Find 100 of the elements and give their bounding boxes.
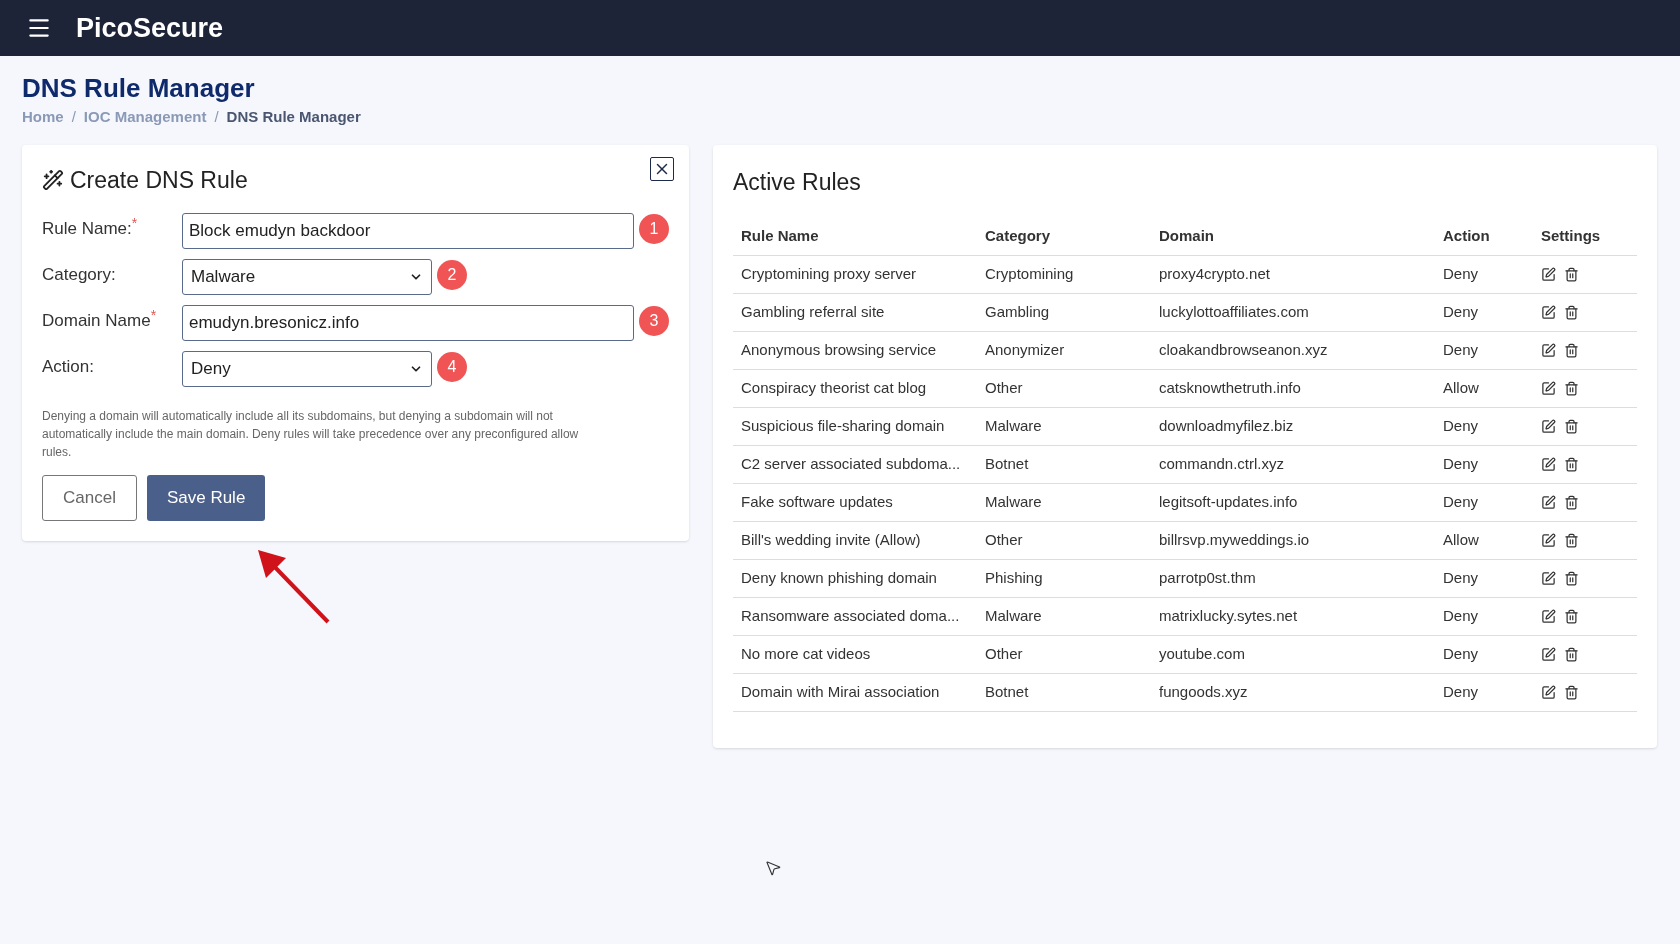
trash-icon[interactable] bbox=[1564, 608, 1579, 624]
trash-icon[interactable] bbox=[1564, 684, 1579, 700]
table-cell: Phishing bbox=[977, 559, 1151, 597]
table-cell: cloakandbrowseanon.xyz bbox=[1151, 331, 1435, 369]
table-cell: Deny bbox=[1435, 293, 1533, 331]
table-cell: luckylottoaffiliates.com bbox=[1151, 293, 1435, 331]
breadcrumb-separator: / bbox=[71, 107, 76, 127]
edit-icon[interactable] bbox=[1541, 494, 1556, 510]
brand-logo[interactable]: PicoSecure bbox=[76, 7, 224, 49]
table-cell: catsknowthetruth.info bbox=[1151, 369, 1435, 407]
table-cell: Malware bbox=[977, 407, 1151, 445]
table-cell: Malware bbox=[977, 483, 1151, 521]
cancel-button[interactable]: Cancel bbox=[42, 475, 137, 521]
trash-icon[interactable] bbox=[1564, 494, 1579, 510]
table-cell: proxy4crypto.net bbox=[1151, 255, 1435, 293]
field-label: Rule Name: bbox=[42, 219, 132, 240]
edit-icon[interactable] bbox=[1541, 266, 1556, 282]
table-cell: Deny bbox=[1435, 445, 1533, 483]
table-cell: commandn.ctrl.xyz bbox=[1151, 445, 1435, 483]
table-cell: legitsoft-updates.info bbox=[1151, 483, 1435, 521]
edit-icon[interactable] bbox=[1541, 532, 1556, 548]
edit-icon[interactable] bbox=[1541, 646, 1556, 662]
card-title: Active Rules bbox=[733, 167, 862, 197]
trash-icon[interactable] bbox=[1564, 532, 1579, 548]
column-header: Rule Name bbox=[733, 217, 977, 255]
field-label: Domain Name bbox=[42, 311, 151, 332]
field-label: Category: bbox=[42, 264, 116, 286]
table-cell: Other bbox=[977, 635, 1151, 673]
table-cell: Anonymizer bbox=[977, 331, 1151, 369]
table-cell: Deny bbox=[1435, 255, 1533, 293]
table-cell: C2 server associated subdoma... bbox=[733, 445, 977, 483]
table-cell: Fake software updates bbox=[733, 483, 977, 521]
trash-icon[interactable] bbox=[1564, 380, 1579, 396]
card-title: Create DNS Rule bbox=[70, 165, 248, 195]
edit-icon[interactable] bbox=[1541, 380, 1556, 396]
table-cell: Conspiracy theorist cat blog bbox=[733, 369, 977, 407]
select-field[interactable]: Malware bbox=[182, 259, 432, 295]
table-cell: matrixlucky.sytes.net bbox=[1151, 597, 1435, 635]
mouse-cursor-icon bbox=[764, 858, 782, 878]
trash-icon[interactable] bbox=[1564, 456, 1579, 472]
close-button[interactable] bbox=[650, 156, 674, 181]
table-cell: Botnet bbox=[977, 673, 1151, 711]
table-cell: Cryptomining proxy server bbox=[733, 255, 977, 293]
edit-icon[interactable] bbox=[1541, 418, 1556, 434]
save-button[interactable]: Save Rule bbox=[146, 475, 266, 521]
edit-icon[interactable] bbox=[1541, 608, 1556, 624]
trash-icon[interactable] bbox=[1564, 342, 1579, 358]
step-number-badge: 3 bbox=[639, 306, 669, 336]
table-cell: Ransomware associated doma... bbox=[733, 597, 977, 635]
table-cell: Deny bbox=[1435, 331, 1533, 369]
column-header: Settings bbox=[1533, 217, 1637, 255]
trash-icon[interactable] bbox=[1564, 418, 1579, 434]
table-cell: downloadmyfilez.biz bbox=[1151, 407, 1435, 445]
table-cell: Deny bbox=[1435, 559, 1533, 597]
table-cell: Other bbox=[977, 521, 1151, 559]
table-cell: Anonymous browsing service bbox=[733, 331, 977, 369]
edit-icon[interactable] bbox=[1541, 684, 1556, 700]
page-title: DNS Rule Manager bbox=[22, 72, 256, 104]
table-cell: Bill's wedding invite (Allow) bbox=[733, 521, 977, 559]
table-cell: Malware bbox=[977, 597, 1151, 635]
table-cell: Allow bbox=[1435, 521, 1533, 559]
breadcrumb-separator: / bbox=[214, 107, 219, 127]
required-asterisk: * bbox=[131, 216, 138, 230]
input-field[interactable]: Block emudyn backdoor bbox=[182, 213, 634, 249]
input-field[interactable]: emudyn.bresonicz.info bbox=[182, 305, 634, 341]
table-cell: Other bbox=[977, 369, 1151, 407]
table-cell: Deny known phishing domain bbox=[733, 559, 977, 597]
edit-icon[interactable] bbox=[1541, 456, 1556, 472]
trash-icon[interactable] bbox=[1564, 570, 1579, 586]
table-cell: Domain with Mirai association bbox=[733, 673, 977, 711]
table-cell: fungoods.xyz bbox=[1151, 673, 1435, 711]
select-field[interactable]: Deny bbox=[182, 351, 432, 387]
edit-icon[interactable] bbox=[1541, 342, 1556, 358]
column-header: Domain bbox=[1151, 217, 1435, 255]
table-cell: Deny bbox=[1435, 635, 1533, 673]
help-text: Denying a domain will automatically include all its subdomains, but denying a subdomain will not automatically include the main domain. Deny rules will take precedence over any preconfigured allow rules. bbox=[42, 408, 580, 461]
table-cell: Gambling referral site bbox=[733, 293, 977, 331]
edit-icon[interactable] bbox=[1541, 304, 1556, 320]
table-cell: Suspicious file-sharing domain bbox=[733, 407, 977, 445]
table-cell: Deny bbox=[1435, 407, 1533, 445]
column-header: Action bbox=[1435, 217, 1533, 255]
table-cell: parrotp0st.thm bbox=[1151, 559, 1435, 597]
required-asterisk: * bbox=[150, 308, 157, 322]
trash-icon[interactable] bbox=[1564, 304, 1579, 320]
step-number-badge: 1 bbox=[639, 214, 669, 244]
table-cell: billrsvp.myweddings.io bbox=[1151, 521, 1435, 559]
step-number-badge: 2 bbox=[437, 260, 467, 290]
trash-icon[interactable] bbox=[1564, 266, 1579, 282]
table-cell: No more cat videos bbox=[733, 635, 977, 673]
step-number-badge: 4 bbox=[437, 352, 467, 382]
table-cell: Gambling bbox=[977, 293, 1151, 331]
table-cell: Allow bbox=[1435, 369, 1533, 407]
table-cell: Botnet bbox=[977, 445, 1151, 483]
field-label: Action: bbox=[42, 356, 94, 378]
edit-icon[interactable] bbox=[1541, 570, 1556, 586]
trash-icon[interactable] bbox=[1564, 646, 1579, 662]
table-cell: youtube.com bbox=[1151, 635, 1435, 673]
table-cell: Deny bbox=[1435, 597, 1533, 635]
column-header: Category bbox=[977, 217, 1151, 255]
magic-wand-icon bbox=[42, 168, 64, 191]
